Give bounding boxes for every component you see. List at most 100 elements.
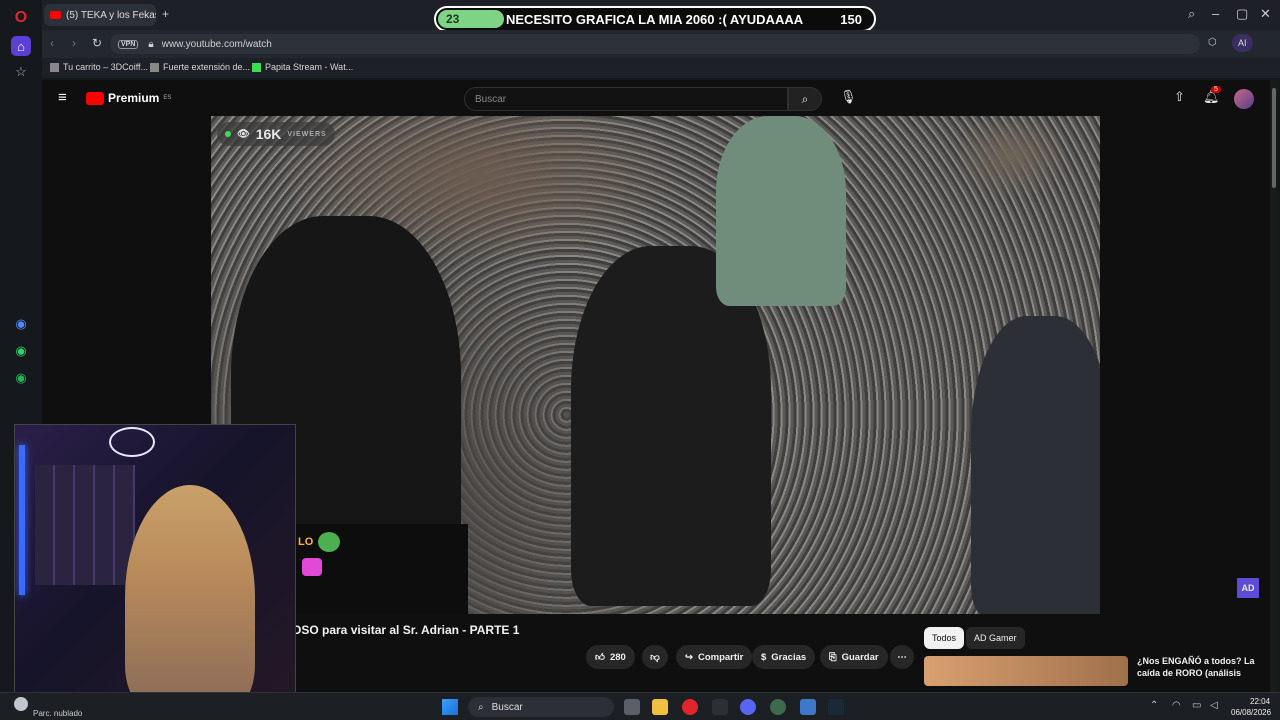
video-person	[971, 316, 1100, 614]
chat-username: LO	[298, 536, 314, 548]
streamer-webcam	[14, 424, 296, 708]
upload-icon[interactable]: ⇧	[1174, 89, 1185, 105]
address-bar-row: ‹ › ↻ VPN 🔒︎ www.youtube.com/watch ⬡ AI	[42, 30, 1280, 58]
shelf	[35, 465, 135, 585]
avatar[interactable]	[1234, 89, 1254, 109]
xbox-icon[interactable]	[770, 699, 786, 715]
page-scrollbar[interactable]	[1270, 80, 1278, 692]
maximize-button[interactable]: ▢	[1236, 6, 1248, 22]
youtube-logo[interactable]: Premium ES	[86, 91, 171, 105]
whatsapp-icon[interactable]: ◉	[11, 341, 31, 361]
tab-youtube[interactable]: (5) TEKA y los Fekas v	[44, 4, 156, 26]
recommended-title[interactable]: ¿Nos ENGAÑÓ a todos? La caída de RORO (a…	[1137, 655, 1267, 679]
goal-current: 23	[446, 12, 460, 26]
bookmark-item[interactable]: Papita Stream - Wat...	[252, 62, 353, 72]
bookmark-favicon-icon	[150, 62, 159, 72]
emote-icon	[302, 558, 322, 576]
extensions-icon[interactable]: ⬡	[1208, 37, 1217, 48]
reload-icon[interactable]: ↻	[92, 36, 102, 50]
close-window-button[interactable]: ✕	[1260, 6, 1271, 22]
dislike-button[interactable]: 👎︎	[642, 645, 668, 669]
discord-icon[interactable]	[740, 699, 756, 715]
lock-icon: 🔒︎	[148, 38, 154, 50]
volume-icon[interactable]: ◁	[1210, 700, 1218, 711]
home-icon[interactable]: ⌂	[11, 36, 31, 56]
menu-icon[interactable]: ≡	[58, 89, 67, 106]
microphone-icon[interactable]: 🎙︎	[840, 89, 857, 105]
streamer	[125, 485, 255, 707]
bookmarks-bar: Tu carrito – 3DCoiff... Fuerte extensión…	[42, 58, 1280, 78]
share-button[interactable]: ↪ Compartir	[676, 645, 753, 669]
start-icon[interactable]	[442, 699, 458, 715]
steam-icon[interactable]	[828, 699, 844, 715]
opera-gx-icon[interactable]	[682, 699, 698, 715]
search-tabs-icon[interactable]: ⌕	[1188, 6, 1195, 22]
video-person	[716, 116, 846, 306]
search-input[interactable]: Buscar	[464, 87, 788, 111]
eye-icon: 👁︎	[237, 128, 250, 140]
scrollbar-thumb[interactable]	[1272, 88, 1276, 188]
video-title: OSO para visitar al Sr. Adrian - PARTE 1	[292, 623, 520, 637]
search-icon: ⌕	[801, 91, 809, 106]
bookmark-item[interactable]: Fuerte extensión de...	[150, 62, 250, 72]
url-text: www.youtube.com/watch	[161, 38, 272, 50]
messenger-icon[interactable]: ◉	[11, 314, 31, 334]
taskbar: Parc. nublado ⌕ Buscar ⌃ ◠ ▭ ◁ 22:04 06/0…	[0, 692, 1280, 720]
minimize-button[interactable]: –	[1212, 6, 1219, 21]
weather-icon	[14, 697, 28, 711]
new-tab-button[interactable]: +	[162, 7, 169, 21]
more-actions-button[interactable]: ⋯	[890, 645, 914, 669]
recommended-thumbnail[interactable]	[924, 656, 1128, 686]
more-icon: ⋯	[897, 651, 907, 663]
chip-all[interactable]: Todos	[924, 627, 965, 649]
weather-text[interactable]: Parc. nublado	[33, 709, 82, 718]
monitor-icon[interactable]: ▭	[1192, 700, 1201, 711]
thanks-icon: $	[761, 651, 767, 663]
search-button[interactable]: ⌕	[788, 87, 822, 111]
youtube-favicon-icon	[50, 11, 61, 19]
viewer-counter: 👁︎ 16K VIEWERS	[217, 122, 335, 146]
save-button[interactable]: ⎘ Guardar	[820, 645, 888, 669]
pepe-emote-icon	[318, 532, 340, 552]
viewer-count: 16K	[255, 126, 282, 142]
search-icon: ⌕	[478, 701, 484, 713]
clock-date[interactable]: 06/08/2026	[1231, 708, 1271, 717]
goal-target: 150	[840, 12, 862, 27]
donation-goal-bar: 23 NECESITO GRAFICA LA MIA 2060 :( AYUDA…	[434, 6, 876, 32]
obs-app-icon[interactable]	[712, 699, 728, 715]
bookmark-icon: ⎘	[829, 651, 837, 663]
kick-favicon-icon	[252, 62, 261, 72]
pinboard-icon[interactable]: ☆	[11, 62, 31, 82]
chevron-up-icon[interactable]: ⌃	[1150, 700, 1158, 711]
premium-label: Premium	[108, 91, 160, 105]
youtube-header: ≡ Premium ES Buscar ⌕ 🎙︎ ⇧ 🔔︎ 5	[42, 80, 1270, 116]
planet-neon-icon	[109, 427, 155, 457]
viewer-label: VIEWERS	[287, 130, 327, 138]
wifi-icon[interactable]: ◠	[1172, 700, 1181, 711]
aria-ai-button[interactable]: AI	[1232, 34, 1253, 52]
task-view-icon[interactable]	[624, 699, 640, 715]
chip-ad-gamer[interactable]: AD Gamer	[966, 627, 1025, 649]
settings-icon[interactable]	[800, 699, 816, 715]
thumbs-up-icon: 👍︎	[595, 652, 605, 663]
vpn-badge[interactable]: VPN	[118, 39, 139, 49]
thanks-button[interactable]: $ Gracias	[752, 645, 816, 669]
region-label: ES	[163, 95, 172, 101]
forward-icon[interactable]: ›	[72, 36, 76, 50]
taskbar-search[interactable]: ⌕ Buscar	[468, 697, 614, 717]
like-button[interactable]: 👍︎ 280	[586, 645, 635, 669]
thumbs-down-icon: 👎︎	[650, 652, 660, 663]
led-strip	[19, 445, 25, 595]
clock-time[interactable]: 22:04	[1250, 697, 1270, 706]
live-dot-icon	[225, 131, 231, 137]
spotify-icon[interactable]: ◉	[11, 368, 31, 388]
goal-text: NECESITO GRAFICA LA MIA 2060 :( AYUDAAAA	[506, 12, 804, 27]
url-field[interactable]: VPN 🔒︎ www.youtube.com/watch	[110, 34, 1200, 54]
opera-logo-icon[interactable]: O	[11, 8, 31, 28]
file-explorer-icon[interactable]	[652, 699, 668, 715]
chat-overlay: LO	[296, 524, 468, 614]
share-icon: ↪	[685, 651, 693, 663]
bookmark-item[interactable]: Tu carrito – 3DCoiff...	[50, 62, 148, 72]
back-icon[interactable]: ‹	[50, 36, 54, 50]
channel-badge[interactable]: AD	[1237, 578, 1259, 598]
